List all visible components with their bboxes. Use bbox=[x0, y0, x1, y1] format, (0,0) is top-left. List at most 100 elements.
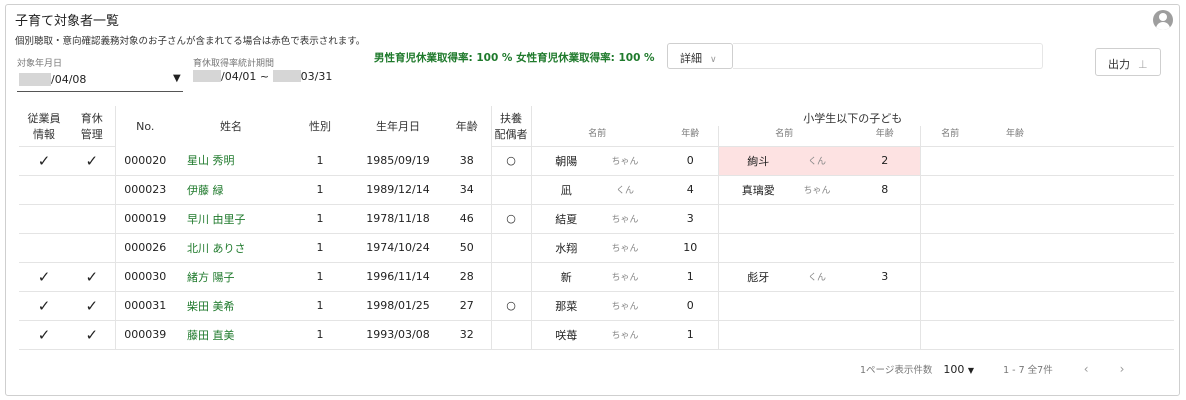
child3-name bbox=[920, 204, 980, 234]
child1-honorific: くん bbox=[587, 175, 663, 205]
employee-info-check bbox=[19, 204, 69, 234]
row-spacer bbox=[1050, 262, 1174, 292]
page-title: 子育て対象者一覧 bbox=[15, 14, 120, 29]
table-row[interactable]: ✓ ✓ 000031 柴田 美希 1 1998/01/25 27 ○ 那菜 ちゃん 0 bbox=[19, 291, 1174, 321]
child2-age bbox=[850, 291, 921, 321]
table-row[interactable]: 000023 伊藤 緑 1 1989/12/14 34 凪くん 4 真璃愛 ちゃん 8 bbox=[19, 175, 1174, 205]
child1-honorific: ちゃん bbox=[587, 146, 663, 176]
employee-name[interactable]: 星山 秀明 bbox=[175, 146, 287, 176]
children-group-header: 小学生以下の子ども bbox=[803, 112, 903, 125]
childcare-table: 従業員 育休 No. 姓名 性別 生年月日 年齢 扶養 小学生以下の子ども 情報… bbox=[19, 106, 1174, 350]
result-count: 1 - 7 全7件 bbox=[1003, 365, 1053, 376]
child3-name bbox=[920, 146, 980, 176]
child1-honorific: ちゃん bbox=[587, 233, 663, 263]
col-spacer bbox=[1050, 126, 1174, 147]
childcare-mgmt-check: ✓ bbox=[69, 291, 116, 321]
next-page-button[interactable]: › bbox=[1120, 362, 1125, 376]
child2-age: 3 bbox=[850, 262, 921, 292]
period-end: 03/31 bbox=[300, 70, 333, 83]
employee-info-check: ✓ bbox=[19, 320, 69, 350]
child2-name bbox=[718, 320, 784, 350]
child2-honorific bbox=[784, 204, 850, 234]
birthday: 1998/01/25 bbox=[353, 291, 443, 321]
export-button[interactable]: 出力 ⊥ bbox=[1095, 48, 1161, 76]
childcare-mgmt-check: ✓ bbox=[69, 262, 116, 292]
row-spacer bbox=[1050, 146, 1174, 176]
employee-info-check bbox=[19, 175, 69, 205]
period-range: /04/01 ~ 03/31 bbox=[193, 70, 332, 83]
leave-rate-summary: 男性育児休業取得率: 100 % 女性育児休業取得率: 100 % bbox=[374, 52, 655, 64]
employee-info-check: ✓ bbox=[19, 146, 69, 176]
chevron-down-icon: ∨ bbox=[710, 55, 717, 65]
caret-down-icon: ▼ bbox=[967, 366, 975, 375]
child1-age: 10 bbox=[663, 233, 719, 263]
table-row[interactable]: ✓ ✓ 000030 緒方 陽子 1 1996/11/14 28 新ちゃん 1 彪牙 くん 3 bbox=[19, 262, 1174, 292]
child2-age: 2 bbox=[850, 146, 921, 176]
child3-age bbox=[980, 320, 1050, 350]
child2-name: 彪牙 bbox=[718, 262, 784, 292]
detail-button-label: 詳細 bbox=[680, 52, 702, 65]
col-spouse-2: 配偶者 bbox=[491, 126, 532, 147]
avatar-body bbox=[1156, 22, 1170, 30]
col-childcare-mgmt-2: 管理 bbox=[69, 126, 116, 147]
child2-honorific bbox=[784, 233, 850, 263]
employee-name[interactable]: 早川 由里子 bbox=[175, 204, 287, 234]
per-page-select[interactable]: 100 ▼ bbox=[943, 363, 974, 376]
child1-age: 0 bbox=[663, 146, 719, 176]
detail-button[interactable]: 詳細 ∨ bbox=[667, 43, 733, 69]
target-date-value: /04/08 bbox=[51, 73, 87, 86]
child3-name bbox=[920, 233, 980, 263]
birthday: 1985/09/19 bbox=[353, 146, 443, 176]
caret-down-icon[interactable]: ▼ bbox=[173, 73, 181, 84]
spouse-mark: ○ bbox=[491, 204, 532, 234]
child2-age bbox=[850, 320, 921, 350]
child1-age: 1 bbox=[663, 320, 719, 350]
employee-name[interactable]: 伊藤 緑 bbox=[175, 175, 287, 205]
spouse-mark bbox=[491, 233, 532, 263]
table-row[interactable]: ✓ ✓ 000039 藤田 直美 1 1993/03/08 32 咲苺 ちゃん 1 bbox=[19, 320, 1174, 350]
avatar-head bbox=[1159, 13, 1167, 21]
gender: 1 bbox=[287, 175, 353, 205]
prev-page-button[interactable]: ‹ bbox=[1084, 362, 1089, 376]
gender: 1 bbox=[287, 291, 353, 321]
row-spacer bbox=[1050, 175, 1174, 205]
childcare-mgmt-check: ✓ bbox=[69, 146, 116, 176]
employee-name[interactable]: 柴田 美希 bbox=[175, 291, 287, 321]
col-child2-age: 年齢 bbox=[850, 126, 921, 147]
birthday: 1993/03/08 bbox=[353, 320, 443, 350]
birthday: 1978/11/18 bbox=[353, 204, 443, 234]
table-row[interactable]: 000026 北川 ありさ 1 1974/10/24 50 水翔 ちゃん 10 bbox=[19, 233, 1174, 263]
period-label: 育休取得率統計期間 bbox=[193, 59, 275, 69]
user-avatar-icon[interactable] bbox=[1153, 10, 1173, 30]
row-spacer bbox=[1050, 233, 1174, 263]
spouse-mark bbox=[491, 175, 532, 205]
table-row[interactable]: ✓ ✓ 000020 星山 秀明 1 1985/09/19 38 ○ 朝陽 ちゃん 0 絢斗 くん 2 bbox=[19, 146, 1174, 176]
child1-honorific: ちゃん bbox=[587, 291, 663, 321]
table-row[interactable]: 000019 早川 由里子 1 1978/11/18 46 ○ 結夏 ちゃん 3 bbox=[19, 204, 1174, 234]
spouse-mark: ○ bbox=[491, 146, 532, 176]
period-start: /04/01 ~ bbox=[221, 70, 270, 83]
col-name: 姓名 bbox=[220, 120, 242, 133]
age: 28 bbox=[443, 262, 492, 292]
child1-honorific: ちゃん bbox=[587, 262, 663, 292]
child1-name: 咲苺 bbox=[531, 320, 587, 350]
child2-honorific bbox=[784, 291, 850, 321]
age: 34 bbox=[443, 175, 492, 205]
col-birthday: 生年月日 bbox=[376, 120, 420, 133]
child1-age: 4 bbox=[663, 175, 719, 205]
target-date-select[interactable]: /04/08 ▼ bbox=[17, 70, 183, 92]
gender: 1 bbox=[287, 320, 353, 350]
row-spacer bbox=[1050, 320, 1174, 350]
employee-name[interactable]: 北川 ありさ bbox=[175, 233, 287, 263]
age: 46 bbox=[443, 204, 492, 234]
employee-no: 000026 bbox=[115, 233, 175, 263]
employee-name[interactable]: 藤田 直美 bbox=[175, 320, 287, 350]
col-employee-info-2: 情報 bbox=[19, 126, 69, 147]
employee-name[interactable]: 緒方 陽子 bbox=[175, 262, 287, 292]
col-child3-age: 年齢 bbox=[980, 126, 1050, 147]
birthday: 1989/12/14 bbox=[353, 175, 443, 205]
redacted-year bbox=[19, 73, 51, 86]
download-icon: ⊥ bbox=[1138, 58, 1148, 71]
childcare-mgmt-check bbox=[69, 204, 116, 234]
child2-honorific: くん bbox=[784, 146, 850, 176]
